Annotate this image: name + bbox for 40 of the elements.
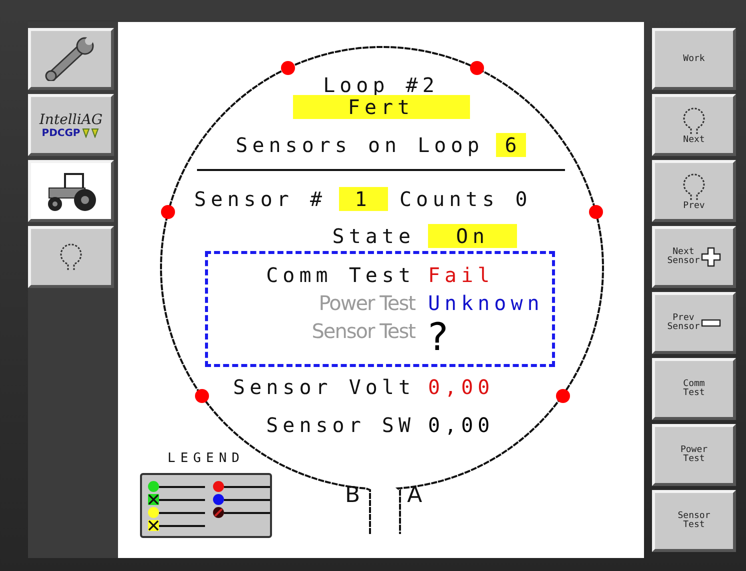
plus-icon <box>700 247 721 267</box>
loop-icon <box>58 242 84 272</box>
port-label: A <box>407 483 422 510</box>
softkey-button[interactable]: Next <box>652 94 736 156</box>
test-result: ? <box>428 315 448 359</box>
reading-value: 0,00 <box>428 413 494 437</box>
softkey-button[interactable]: Next Sensor <box>652 226 736 288</box>
reading-label: Sensor Volt <box>233 375 415 399</box>
softkey-button[interactable]: Sensor Test <box>652 490 736 552</box>
test-result: Unknown <box>428 291 544 315</box>
state-value: On <box>428 224 517 248</box>
logo-button[interactable]: IntelliAG PDCGP <box>28 94 114 156</box>
softkey-button[interactable]: Power Test <box>652 424 736 486</box>
sensor-label: Sensor # <box>194 187 326 211</box>
legend-title: LEGEND <box>168 450 244 468</box>
sensors-label: Sensors on Loop <box>236 133 484 157</box>
test-label: Sensor Test <box>312 319 415 345</box>
loop-button[interactable] <box>28 226 114 288</box>
product-value: Fert <box>292 95 470 119</box>
reading-label: Sensor SW <box>266 413 415 437</box>
loop-icon <box>681 106 707 136</box>
loop-icon <box>681 172 707 202</box>
reading-value: 0,00 <box>428 375 494 399</box>
sensor-number: 1 <box>338 187 388 211</box>
sensor-count: 6 <box>496 133 526 157</box>
nozzle-icon <box>82 128 100 138</box>
tractor-button[interactable] <box>28 160 114 222</box>
minus-icon <box>700 319 721 327</box>
product-label: PDCGP <box>42 128 80 138</box>
softkey-button[interactable]: Prev <box>652 160 736 222</box>
brand-logo: IntelliAG <box>39 112 103 128</box>
settings-button[interactable] <box>28 28 114 90</box>
softkey-button[interactable]: Comm Test <box>652 358 736 420</box>
state-label: State <box>332 224 415 248</box>
test-label: Power Test <box>318 291 415 315</box>
softkey-button[interactable]: Work <box>652 28 736 90</box>
softkey-button[interactable]: Prev Sensor <box>652 292 736 354</box>
counts-text: Counts 0 <box>400 187 532 211</box>
test-result: Fail <box>428 263 494 287</box>
test-label: Comm Test <box>266 263 415 287</box>
